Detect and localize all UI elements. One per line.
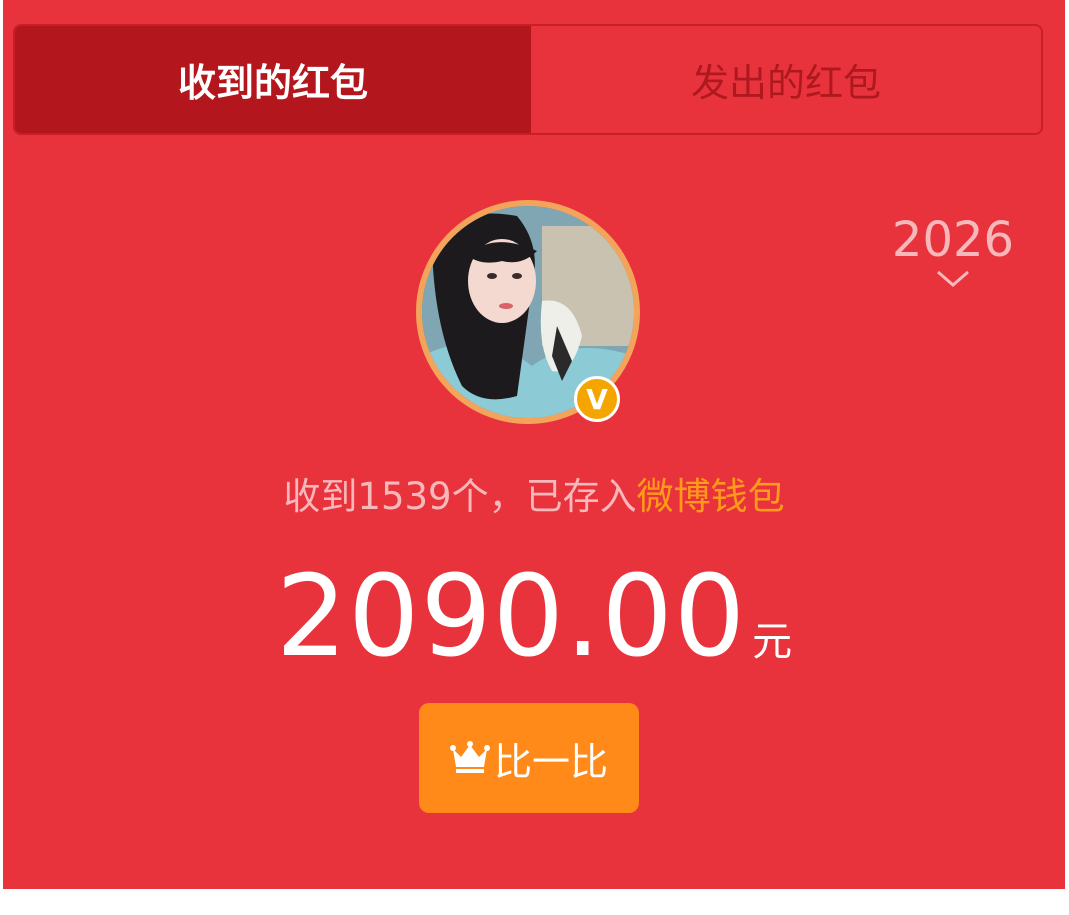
amount-unit: 元	[752, 619, 793, 665]
compare-label: 比一比	[493, 739, 608, 784]
tab-bar: 收到的红包 发出的红包	[13, 24, 1043, 135]
verified-badge-icon: V	[574, 376, 620, 422]
avatar-container[interactable]: V	[416, 200, 640, 424]
amount-value: 2090.00	[275, 552, 747, 682]
wallet-link[interactable]: 微博钱包	[637, 475, 785, 518]
year-selector[interactable]: 2026	[883, 214, 1023, 288]
red-packet-panel: 收到的红包 发出的红包 2026 V 收到1539个，已存入微博钱包 2090.…	[3, 0, 1065, 889]
received-summary: 收到1539个，已存入微博钱包	[3, 466, 1065, 520]
total-amount: 2090.00 元	[3, 552, 1065, 682]
summary-text: 收到1539个，已存入	[283, 475, 637, 518]
tab-received[interactable]: 收到的红包	[15, 26, 531, 133]
compare-button[interactable]: 比一比	[419, 703, 639, 813]
tab-sent[interactable]: 发出的红包	[531, 26, 1041, 133]
chevron-down-icon	[937, 270, 969, 287]
year-label: 2026	[891, 212, 1015, 268]
crown-icon	[449, 741, 490, 773]
